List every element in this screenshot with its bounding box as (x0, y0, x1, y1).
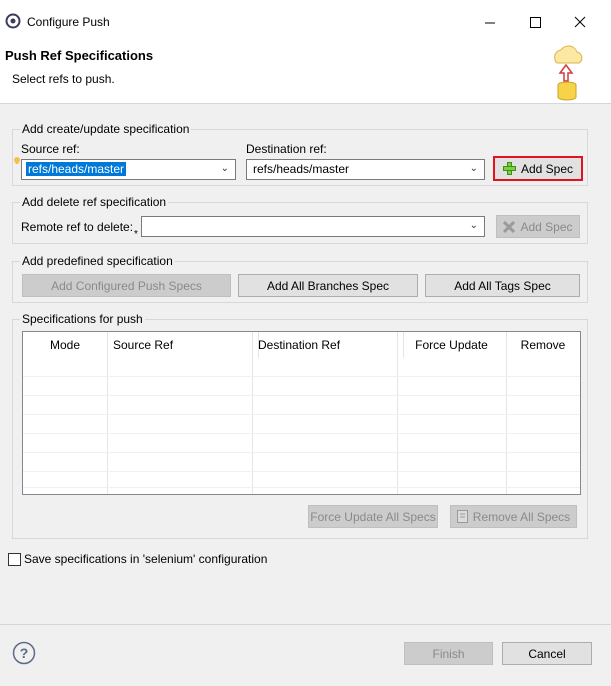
remove-all-specs-button[interactable]: Remove All Specs (450, 505, 577, 528)
row-divider (23, 487, 580, 488)
column-divider (107, 332, 108, 494)
row-divider (23, 452, 580, 453)
destination-ref-label: Destination ref: (246, 142, 327, 156)
destination-ref-combo[interactable]: refs/heads/master ⌄ (246, 159, 485, 180)
push-to-cloud-icon (549, 39, 585, 101)
row-divider (23, 433, 580, 434)
chevron-down-icon[interactable]: ⌄ (221, 163, 229, 174)
source-ref-value: refs/heads/master (26, 162, 127, 176)
add-all-branches-spec-button[interactable]: Add All Branches Spec (238, 274, 418, 297)
save-specs-checkbox[interactable] (8, 553, 21, 566)
delete-icon (503, 220, 516, 233)
destination-ref-value: refs/heads/master (253, 162, 350, 176)
add-delete-spec-label: Add Spec (520, 219, 573, 234)
column-header-destination-ref[interactable]: Destination Ref (252, 332, 404, 358)
row-divider (23, 471, 580, 472)
page-subtitle: Select refs to push. (12, 72, 115, 86)
content-assist-icon (13, 156, 21, 166)
column-divider (506, 332, 507, 494)
remove-icon (456, 510, 468, 523)
specs-table[interactable]: Mode Source Ref Destination Ref Force Up… (22, 331, 581, 495)
chevron-down-icon[interactable]: ⌄ (470, 163, 478, 174)
force-update-all-specs-button[interactable]: Force Update All Specs (308, 505, 438, 528)
remove-all-specs-label: Remove All Specs (472, 509, 571, 524)
add-configured-push-specs-button[interactable]: Add Configured Push Specs (22, 274, 231, 297)
save-specs-label[interactable]: Save specifications in 'selenium' config… (24, 552, 267, 566)
add-icon (502, 162, 516, 175)
delete-spec-group-label: Add delete ref specification (20, 195, 169, 209)
page-title: Push Ref Specifications (5, 48, 154, 63)
add-all-tags-spec-button[interactable]: Add All Tags Spec (425, 274, 580, 297)
title-bar: Configure Push (0, 0, 611, 44)
minimize-icon[interactable] (478, 8, 502, 36)
footer-separator (0, 624, 611, 625)
row-divider (23, 376, 580, 377)
help-icon[interactable]: ? (12, 641, 36, 665)
app-icon (5, 13, 21, 29)
wizard-header: Push Ref Specifications Select refs to p… (0, 44, 611, 104)
column-header-source-ref[interactable]: Source Ref (107, 332, 259, 358)
column-header-remove[interactable]: Remove (506, 332, 580, 358)
maximize-icon[interactable] (523, 8, 547, 36)
column-divider (252, 332, 253, 494)
column-header-mode[interactable]: Mode (23, 332, 108, 358)
row-divider (23, 395, 580, 396)
specs-group-label: Specifications for push (20, 312, 145, 326)
chevron-down-icon[interactable]: ⌄ (470, 220, 478, 231)
remote-ref-combo[interactable]: ⌄ (141, 216, 485, 237)
window-title: Configure Push (27, 15, 110, 29)
column-divider (397, 332, 398, 494)
add-delete-spec-button[interactable]: Add Spec (496, 215, 580, 238)
predefined-spec-group-label: Add predefined specification (20, 254, 175, 268)
source-ref-label: Source ref: (21, 142, 80, 156)
add-spec-button[interactable]: Add Spec (493, 156, 583, 181)
row-divider (23, 414, 580, 415)
close-icon[interactable] (568, 8, 592, 36)
svg-text:?: ? (20, 645, 29, 661)
finish-button[interactable]: Finish (404, 642, 493, 665)
source-ref-combo[interactable]: refs/heads/master ⌄ (21, 159, 236, 180)
remote-ref-label: Remote ref to delete: (21, 220, 134, 234)
column-header-force-update[interactable]: Force Update (397, 332, 507, 358)
cancel-button[interactable]: Cancel (502, 642, 592, 665)
add-spec-label: Add Spec (520, 161, 574, 176)
create-update-group-label: Add create/update specification (20, 122, 192, 136)
required-marker-icon: * (134, 229, 138, 240)
